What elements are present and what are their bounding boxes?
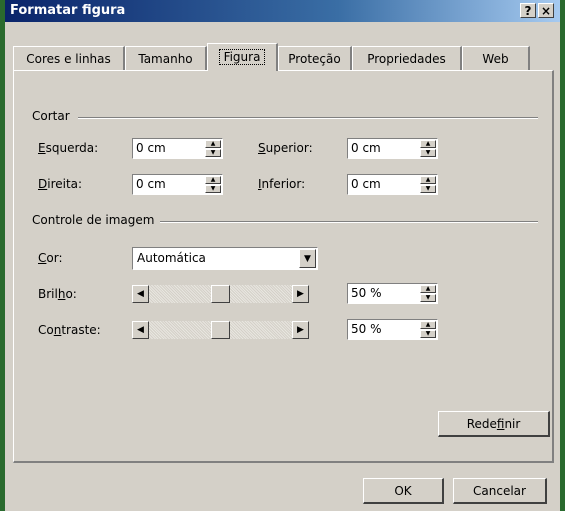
spin-up-icon[interactable]: ▲ (420, 140, 436, 148)
left-crop-value: 0 cm (136, 141, 166, 155)
arrow-right-icon[interactable]: ▶ (292, 285, 309, 303)
spin-down-icon[interactable]: ▼ (420, 149, 436, 157)
image-control-divider (160, 221, 538, 223)
top-crop-value: 0 cm (351, 141, 381, 155)
contrast-spinner[interactable]: 50 % ▲ ▼ (347, 319, 438, 340)
crop-divider (78, 117, 538, 119)
spin-down-icon[interactable]: ▼ (420, 294, 436, 302)
tab-protecao[interactable]: Proteção (278, 46, 352, 70)
bottom-crop-spinner[interactable]: 0 cm ▲ ▼ (347, 174, 438, 195)
left-label: Esquerda: (38, 141, 99, 155)
spin-down-icon[interactable]: ▼ (420, 185, 436, 193)
figure-tab-panel: Cortar Esquerda: 0 cm ▲ ▼ Superior: 0 cm… (13, 70, 554, 463)
tab-propriedades[interactable]: Propriedades (352, 46, 462, 70)
tab-cores-e-linhas[interactable]: Cores e linhas (13, 46, 125, 70)
color-label: Cor: (38, 251, 63, 265)
brightness-spinner[interactable]: 50 % ▲ ▼ (347, 283, 438, 304)
contrast-thumb[interactable] (211, 321, 230, 339)
contrast-value: 50 % (351, 322, 382, 336)
cancel-button[interactable]: Cancelar (453, 478, 547, 504)
title-bar: Formatar figura (5, 0, 560, 22)
right-crop-spinner[interactable]: 0 cm ▲ ▼ (132, 174, 223, 195)
arrow-right-icon[interactable]: ▶ (292, 321, 309, 339)
format-picture-dialog: Formatar figura ? × Cores e linhas Taman… (0, 0, 565, 511)
color-dropdown[interactable]: Automática ▼ (132, 247, 318, 270)
close-button[interactable]: × (538, 3, 554, 18)
left-crop-spinner[interactable]: 0 cm ▲ ▼ (132, 138, 223, 159)
tab-figura[interactable]: Figura (207, 43, 278, 71)
brightness-slider[interactable]: ◀ ▶ (132, 285, 309, 303)
top-label: Superior: (258, 141, 313, 155)
spin-up-icon[interactable]: ▲ (420, 321, 436, 329)
spin-down-icon[interactable]: ▼ (205, 149, 221, 157)
spin-up-icon[interactable]: ▲ (420, 176, 436, 184)
spin-up-icon[interactable]: ▲ (420, 285, 436, 293)
ok-button[interactable]: OK (363, 478, 444, 504)
tab-tamanho[interactable]: Tamanho (125, 46, 207, 70)
brightness-value: 50 % (351, 286, 382, 300)
arrow-left-icon[interactable]: ◀ (132, 285, 149, 303)
bottom-crop-value: 0 cm (351, 177, 381, 191)
spin-up-icon[interactable]: ▲ (205, 176, 221, 184)
crop-group-label: Cortar (32, 109, 70, 123)
right-label: Direita: (38, 177, 83, 191)
spin-up-icon[interactable]: ▲ (205, 140, 221, 148)
spin-down-icon[interactable]: ▼ (205, 185, 221, 193)
arrow-left-icon[interactable]: ◀ (132, 321, 149, 339)
spin-down-icon[interactable]: ▼ (420, 330, 436, 338)
brightness-label: Brilho: (38, 287, 77, 301)
window-title: Formatar figura (10, 3, 126, 18)
contrast-slider[interactable]: ◀ ▶ (132, 321, 309, 339)
top-crop-spinner[interactable]: 0 cm ▲ ▼ (347, 138, 438, 159)
chevron-down-icon[interactable]: ▼ (299, 249, 316, 268)
right-crop-value: 0 cm (136, 177, 166, 191)
brightness-thumb[interactable] (211, 285, 230, 303)
tab-web[interactable]: Web (462, 46, 530, 70)
help-button[interactable]: ? (520, 3, 536, 18)
color-value: Automática (137, 251, 206, 265)
contrast-label: Contraste: (38, 323, 101, 337)
reset-button[interactable]: Redefinir (438, 411, 550, 437)
bottom-label: Inferior: (258, 177, 306, 191)
image-control-group-label: Controle de imagem (32, 213, 155, 227)
